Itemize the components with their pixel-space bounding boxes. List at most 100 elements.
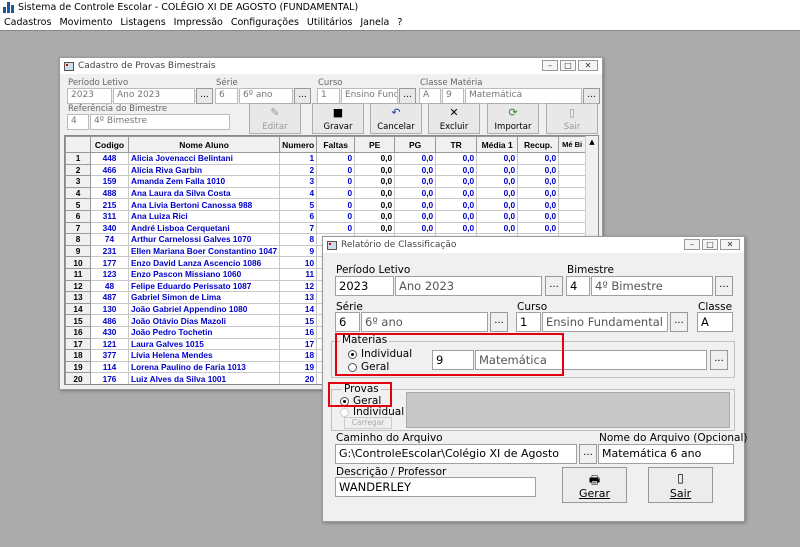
table-cell[interactable]: 231	[90, 244, 129, 258]
table-cell[interactable]: 340	[90, 221, 129, 235]
importar-button[interactable]: ⟳ Importar	[487, 103, 539, 134]
table-cell[interactable]: 7	[279, 221, 318, 235]
table-cell[interactable]: 0,0	[517, 175, 560, 188]
row-number[interactable]: 16	[65, 325, 91, 339]
table-cell[interactable]: 0,0	[476, 152, 519, 165]
table-cell[interactable]: 14	[279, 302, 318, 316]
table-cell[interactable]: 0,0	[354, 221, 396, 235]
close-button[interactable]: ✕	[720, 239, 740, 250]
table-cell[interactable]	[558, 198, 587, 211]
table-cell[interactable]: 48	[90, 279, 129, 293]
table-row[interactable]: 6 311 Ana Luiza Rici 6 0 0,0 0,0 0,0 0,0 0,0	[65, 209, 587, 223]
menu-cadastros[interactable]: Cadastros	[4, 17, 51, 28]
table-cell[interactable]: 0,0	[435, 163, 478, 177]
row-number[interactable]: 18	[65, 349, 91, 362]
row-number[interactable]: 19	[65, 360, 91, 374]
table-cell[interactable]: 3	[279, 175, 318, 188]
table-cell[interactable]: 74	[90, 233, 129, 246]
row-number[interactable]: 17	[65, 337, 91, 351]
table-cell[interactable]: 0,0	[476, 221, 519, 235]
row-number[interactable]: 10	[65, 256, 91, 269]
row-number[interactable]: 21	[65, 383, 91, 384]
table-cell[interactable]: Gabriel Simon de Lima	[127, 291, 281, 304]
menu-utilitarios[interactable]: Utilitários	[307, 17, 352, 28]
table-cell[interactable]: 0,0	[517, 163, 560, 177]
table-cell[interactable]: 311	[90, 209, 129, 223]
table-cell[interactable]: 0,0	[394, 175, 437, 188]
table-cell[interactable]: 15	[279, 314, 318, 327]
menu-help[interactable]: ?	[397, 17, 402, 28]
table-cell[interactable]	[558, 175, 587, 188]
table-cell[interactable]: Maria Luísa Junchetti	[127, 383, 281, 384]
table-cell[interactable]: 0,0	[476, 175, 519, 188]
maximize-button[interactable]: □	[560, 60, 576, 71]
provas-list[interactable]	[406, 392, 730, 428]
rel-periodo-code-field[interactable]: 2023	[335, 276, 394, 296]
table-cell[interactable]: 0,0	[394, 221, 437, 235]
table-cell[interactable]: 10	[279, 256, 318, 269]
table-cell[interactable]: 0,0	[354, 209, 396, 223]
referencia-code-field[interactable]: 4	[67, 114, 89, 130]
rel-bimestre-lookup-button[interactable]: ...	[715, 276, 733, 296]
table-cell[interactable]: 0,0	[435, 198, 478, 211]
table-cell[interactable]	[558, 163, 587, 177]
gravar-button[interactable]: ■ Gravar	[312, 103, 364, 134]
table-cell[interactable]: 0,0	[517, 209, 560, 223]
table-cell[interactable]: João Otávio Dias Mazoli	[127, 314, 281, 327]
nome-arquivo-field[interactable]: Matemática 6 ano	[598, 444, 734, 464]
table-cell[interactable]: 0,0	[517, 152, 560, 165]
caminho-field[interactable]: G:\ControleEscolar\Colégio XI de Agosto	[335, 444, 577, 464]
table-cell[interactable]: 0,0	[394, 209, 437, 223]
table-cell[interactable]: 1	[279, 152, 318, 165]
col-header-media-bi[interactable]: Mé Bi	[558, 136, 587, 153]
col-header-pe[interactable]: PE	[354, 136, 396, 153]
table-cell[interactable]: 21	[279, 383, 318, 384]
row-number[interactable]: 8	[65, 233, 91, 246]
cancelar-button[interactable]: ↶ Cancelar	[370, 103, 422, 134]
table-cell[interactable]: 0,0	[435, 175, 478, 188]
row-number[interactable]: 2	[65, 163, 91, 177]
table-cell[interactable]: Luiz Alves da Silva 1001	[127, 372, 281, 384]
menu-listagens[interactable]: Listagens	[120, 17, 165, 28]
table-cell[interactable]: 488	[90, 186, 129, 200]
col-header-nome[interactable]: Nome Aluno	[127, 136, 281, 153]
table-cell[interactable]: 0	[316, 186, 356, 200]
caminho-browse-button[interactable]: ...	[579, 444, 597, 464]
scroll-up-arrow-icon[interactable]: ▲	[586, 136, 598, 148]
table-cell[interactable]: Felipe Eduardo Perissato 1087	[127, 279, 281, 293]
sair-button[interactable]: ▯ Sair	[546, 103, 598, 134]
row-number[interactable]: 12	[65, 279, 91, 293]
rel-serie-lookup-button[interactable]: ...	[490, 312, 508, 332]
table-cell[interactable]: 0,0	[517, 186, 560, 200]
table-cell[interactable]	[558, 209, 587, 223]
row-number[interactable]: 11	[65, 267, 91, 281]
table-cell[interactable]: 0,0	[394, 186, 437, 200]
rel-curso-desc-field[interactable]: Ensino Fundamental	[542, 312, 668, 332]
rel-curso-lookup-button[interactable]: ...	[670, 312, 688, 332]
minimize-button[interactable]: –	[684, 239, 700, 250]
table-cell[interactable]: 130	[90, 302, 129, 316]
rel-classe-field[interactable]: A	[697, 312, 733, 332]
editar-button[interactable]: ✎ Editar	[249, 103, 301, 134]
row-number[interactable]: 20	[65, 372, 91, 384]
table-cell[interactable]: 0,0	[354, 163, 396, 177]
col-header-codigo[interactable]: Codigo	[90, 136, 129, 153]
table-cell[interactable]: Amanda Zem Falla 1010	[127, 175, 281, 188]
table-cell[interactable]: 0	[316, 209, 356, 223]
table-cell[interactable]: 377	[90, 349, 129, 362]
table-cell[interactable]: 19	[279, 360, 318, 374]
table-cell[interactable]: 121	[90, 337, 129, 351]
table-row[interactable]: 4 488 Ana Laura da Silva Costa 4 0 0,0 0,0 0,0 0…	[65, 186, 587, 200]
table-cell[interactable]: Ellen Mariana Boer Constantino 1047	[127, 244, 281, 258]
table-cell[interactable]: 0,0	[476, 198, 519, 211]
menu-movimento[interactable]: Movimento	[59, 17, 112, 28]
excluir-button[interactable]: ✕ Excluir	[428, 103, 480, 134]
rel-serie-code-field[interactable]: 6	[335, 312, 360, 332]
col-header-media1[interactable]: Média 1	[476, 136, 519, 153]
table-cell[interactable]: 177	[90, 256, 129, 269]
table-cell[interactable]: 0	[316, 198, 356, 211]
table-cell[interactable]: 487	[90, 291, 129, 304]
carregar-button[interactable]: Carregar	[344, 417, 392, 429]
curso-code-field[interactable]: 1	[317, 88, 340, 104]
table-cell[interactable]: 0,0	[476, 209, 519, 223]
